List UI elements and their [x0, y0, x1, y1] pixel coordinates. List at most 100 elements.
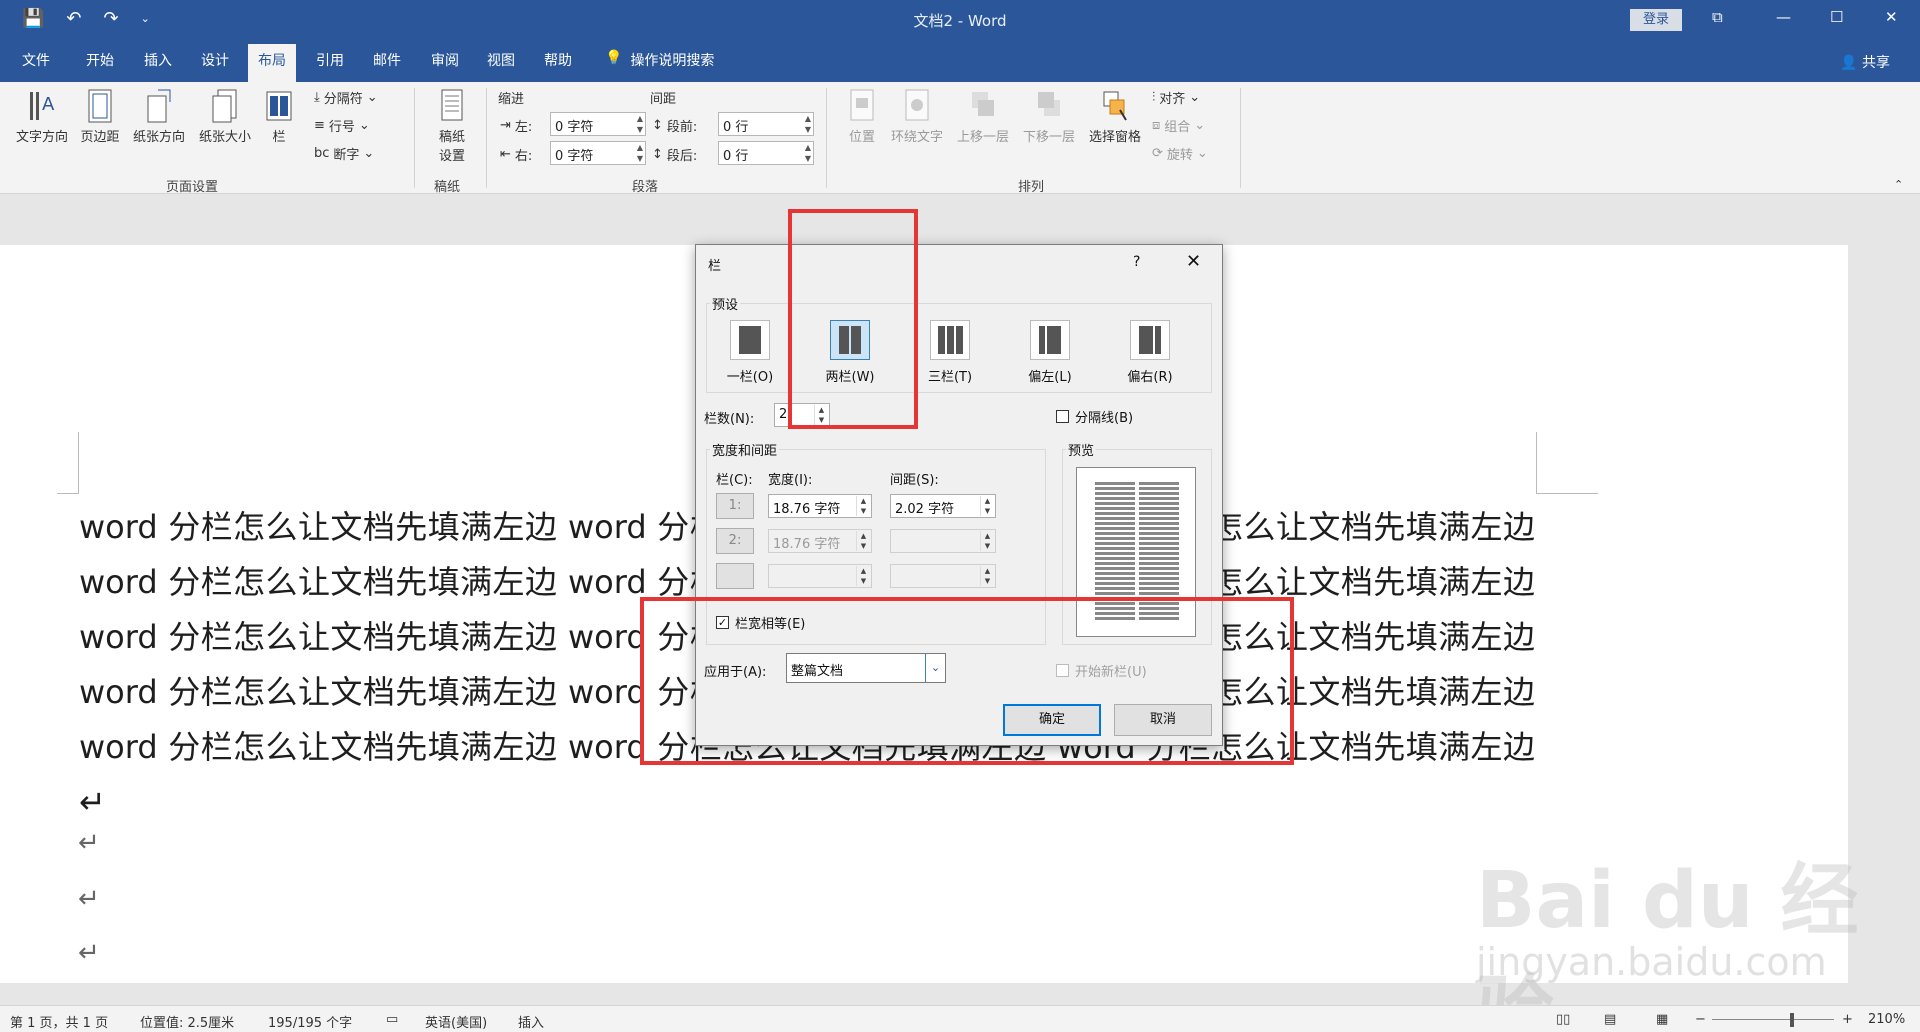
columns-icon [266, 91, 292, 121]
spin-arrows-icon[interactable]: ▲ ▼ [637, 142, 643, 164]
zoom-level[interactable]: 210% [1868, 1012, 1905, 1027]
line-between-label: 分隔线(B) [1075, 411, 1134, 426]
zoom-slider-track[interactable] [1712, 1019, 1834, 1020]
zoom-in-icon[interactable]: + [1842, 1012, 1853, 1027]
tab-home[interactable]: 开始 [86, 50, 114, 70]
orientation-button[interactable]: 纸张方向 [128, 88, 190, 145]
send-backward-button[interactable]: 下移一层 [1018, 88, 1080, 145]
close-icon[interactable]: ✕ [1885, 8, 1898, 26]
tab-design[interactable]: 设计 [201, 50, 229, 70]
login-button[interactable]: 登录 [1630, 9, 1682, 31]
tab-references[interactable]: 引用 [316, 50, 344, 70]
hyphenation-button[interactable]: bc 断字 ⌄ [314, 144, 374, 163]
minimize-icon[interactable]: — [1776, 8, 1791, 26]
language[interactable]: 英语(美国) [425, 1012, 487, 1031]
text-direction-button[interactable]: A 文字方向 [10, 88, 74, 145]
arrange-group-label: 排列 [1018, 180, 1045, 195]
vertical-position[interactable]: 位置值: 2.5厘米 [140, 1012, 234, 1031]
size-button[interactable]: 纸张大小 [194, 88, 256, 145]
spin-arrows-icon[interactable]: ▲ ▼ [980, 531, 994, 551]
spin-arrows-icon[interactable]: ▲ ▼ [980, 566, 994, 586]
col2-width-input[interactable]: 18.76 字符 ▲ ▼ [768, 529, 872, 553]
line-numbers-button[interactable]: ≡ 行号 ⌄ [314, 116, 370, 135]
preset-one-column[interactable]: 一栏(O) [710, 320, 790, 385]
align-button[interactable]: ⫶ 对齐 ⌄ [1152, 88, 1200, 107]
maximize-icon[interactable]: ☐ [1830, 8, 1843, 26]
print-layout-icon[interactable]: ▤ [1604, 1012, 1616, 1027]
preset-three-label: 三栏(T) [927, 370, 973, 385]
space-before-input[interactable]: 0 行 ▲ ▼ [718, 112, 814, 136]
margins-button[interactable]: 页边距 [76, 88, 124, 145]
tab-layout[interactable]: 布局 [248, 44, 296, 82]
selection-pane-button[interactable]: 选择窗格 [1084, 88, 1146, 145]
dialog-close-icon[interactable]: ✕ [1186, 251, 1201, 272]
col-number-3 [716, 563, 754, 589]
col-header: 栏(C): [716, 473, 753, 488]
align-label: 对齐 [1159, 92, 1186, 107]
tab-file[interactable]: 文件 [22, 50, 50, 70]
col3-width-input[interactable]: ▲ ▼ [768, 564, 872, 588]
spin-arrows-icon[interactable]: ▲ ▼ [856, 496, 870, 516]
space-before-icon: ↕ [652, 118, 663, 133]
web-layout-icon[interactable]: ▦ [1656, 1012, 1668, 1027]
col2-spacing-input[interactable]: ▲ ▼ [890, 529, 996, 553]
wrap-text-button[interactable]: 环绕文字 [886, 88, 948, 145]
proofing-icon[interactable]: ▭ [386, 1012, 398, 1027]
word-count[interactable]: 195/195 个字 [268, 1012, 352, 1031]
spin-arrows-icon[interactable]: ▲ ▼ [856, 566, 870, 586]
ribbon-tabs: 文件 开始 插入 设计 布局 引用 邮件 审阅 视图 帮助 💡 操作说明搜索 👤… [0, 40, 1920, 82]
col3-spacing-input[interactable]: ▲ ▼ [890, 564, 996, 588]
share-button[interactable]: 👤 共享 [1840, 52, 1890, 72]
page-count[interactable]: 第 1 页，共 1 页 [10, 1012, 108, 1031]
preset-left[interactable]: 偏左(L) [1010, 320, 1090, 385]
spin-arrows-icon[interactable]: ▲ ▼ [805, 142, 811, 164]
preset-right-label: 偏右(R) [1127, 370, 1173, 385]
col1-spacing-input[interactable]: 2.02 字符 ▲ ▼ [890, 494, 996, 518]
spin-arrows-icon[interactable]: ▲ ▼ [637, 113, 643, 135]
tab-mailings[interactable]: 邮件 [373, 50, 401, 70]
spin-arrows-icon[interactable]: ▲ ▼ [856, 531, 870, 551]
num-cols-value: 2 [779, 407, 788, 422]
indent-left-input[interactable]: 0 字符 ▲ ▼ [550, 112, 646, 136]
rotate-button[interactable]: ⟳ 旋转 ⌄ [1152, 144, 1208, 163]
collapse-ribbon-icon[interactable]: ⌃ [1894, 178, 1903, 191]
zoom-slider-thumb[interactable] [1790, 1013, 1794, 1027]
manuscript-button[interactable]: 稿纸 设置 [428, 88, 476, 164]
read-mode-icon[interactable]: ▯▯ [1556, 1012, 1570, 1027]
help-icon[interactable]: ? [1133, 254, 1140, 270]
group-icon: ⧈ [1152, 118, 1161, 133]
tab-insert[interactable]: 插入 [144, 50, 172, 70]
preview-legend: 预览 [1066, 440, 1097, 459]
preset-three-columns[interactable]: 三栏(T) [910, 320, 990, 385]
indent-right-icon: ⇤ [500, 147, 511, 162]
indent-left-value: 0 字符 [555, 120, 594, 135]
group-separator [486, 88, 487, 188]
line-between-checkbox[interactable]: 分隔线(B) [1056, 407, 1133, 426]
space-after-label: ↕ 段后: [652, 145, 697, 164]
preset-right[interactable]: 偏右(R) [1110, 320, 1190, 385]
columns-button[interactable]: 栏 [264, 88, 294, 145]
chevron-down-icon: ⌄ [1196, 146, 1208, 161]
spin-arrows-icon[interactable]: ▲ ▼ [805, 113, 811, 135]
bring-forward-button[interactable]: 上移一层 [952, 88, 1014, 145]
tab-help[interactable]: 帮助 [544, 50, 572, 70]
position-icon [850, 89, 874, 121]
space-after-value: 0 行 [723, 149, 749, 164]
chevron-down-icon: ⌄ [366, 90, 378, 105]
orientation-label: 纸张方向 [132, 130, 185, 145]
ribbon-display-icon[interactable]: ⧉ [1712, 8, 1723, 26]
group-objects-button[interactable]: ⧈ 组合 ⌄ [1152, 116, 1205, 135]
insert-mode[interactable]: 插入 [518, 1012, 544, 1031]
spin-arrows-icon[interactable]: ▲ ▼ [980, 496, 994, 516]
position-button[interactable]: 位置 [840, 88, 884, 145]
tell-me-search[interactable]: 💡 操作说明搜索 [605, 50, 714, 70]
paragraph-mark: ↵ [78, 828, 100, 858]
indent-right-input[interactable]: 0 字符 ▲ ▼ [550, 141, 646, 165]
tab-review[interactable]: 审阅 [431, 50, 459, 70]
zoom-out-icon[interactable]: − [1695, 1012, 1706, 1027]
space-after-input[interactable]: 0 行 ▲ ▼ [718, 141, 814, 165]
right-column-icon [1130, 320, 1170, 360]
tab-view[interactable]: 视图 [487, 50, 515, 70]
breaks-button[interactable]: ⤓ 分隔符 ⌄ [314, 88, 378, 107]
col1-width-input[interactable]: 18.76 字符 ▲ ▼ [768, 494, 872, 518]
